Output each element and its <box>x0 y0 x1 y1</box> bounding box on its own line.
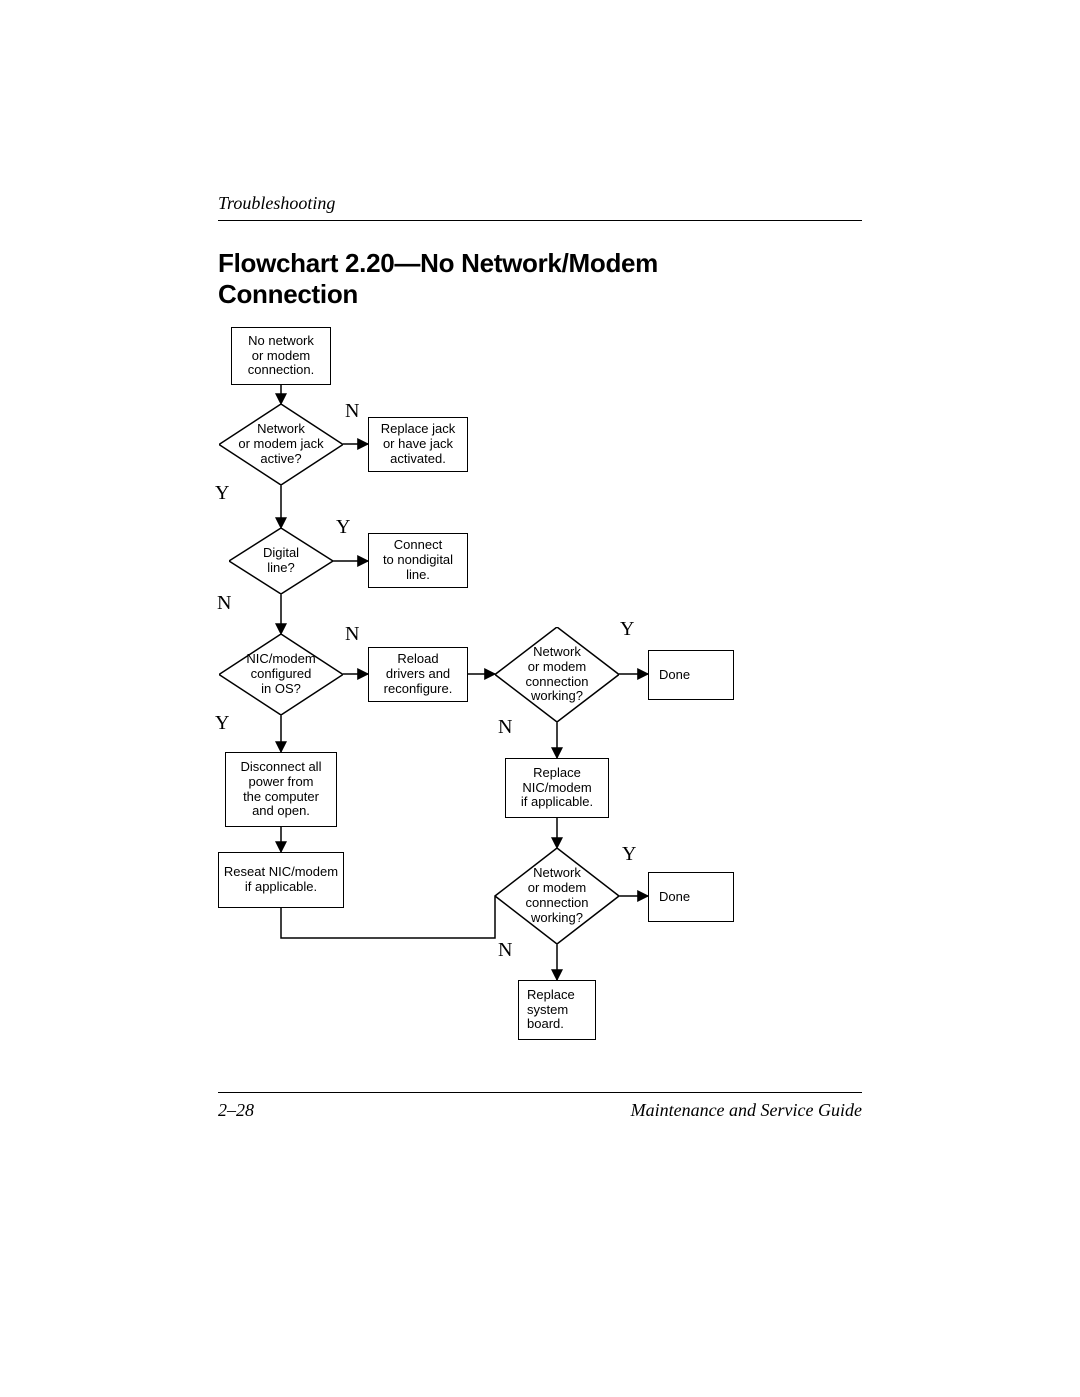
node-disconnect-power: Disconnect allpower fromthe computerand … <box>225 752 337 827</box>
node-replace-jack: Replace jackor have jackactivated. <box>368 417 468 472</box>
decision-connection-working-1: Networkor modemconnectionworking? <box>495 627 619 722</box>
decision-digital-line: Digitalline? <box>229 528 333 594</box>
decision-connection-working-1-text: Networkor modemconnectionworking? <box>495 627 619 722</box>
node-done-2: Done <box>648 872 734 922</box>
page: Troubleshooting Flowchart 2.20—No Networ… <box>0 0 1080 1397</box>
node-reload-drivers: Reloaddrivers andreconfigure. <box>368 647 468 702</box>
decision-connection-working-2: Networkor modemconnectionworking? <box>495 848 619 944</box>
node-replace-nic-text: ReplaceNIC/modemif applicable. <box>510 766 604 811</box>
node-done-1-text: Done <box>659 668 729 683</box>
edge-label-work1-n: N <box>498 716 512 739</box>
edge-label-digital-y: Y <box>336 516 350 539</box>
node-reseat-nic: Reseat NIC/modemif applicable. <box>218 852 344 908</box>
node-disconnect-power-text: Disconnect allpower fromthe computerand … <box>230 760 332 820</box>
decision-jack-active-text: Networkor modem jackactive? <box>219 404 343 485</box>
decision-connection-working-2-text: Networkor modemconnectionworking? <box>495 848 619 944</box>
node-connect-nondigital: Connectto nondigitalline. <box>368 533 468 588</box>
node-done-2-text: Done <box>659 890 729 905</box>
decision-os-configured-text: NIC/modemconfiguredin OS? <box>219 634 343 715</box>
decision-os-configured: NIC/modemconfiguredin OS? <box>219 634 343 715</box>
edge-label-work2-n: N <box>498 939 512 962</box>
edge-label-work2-y: Y <box>622 843 636 866</box>
node-start: No networkor modemconnection. <box>231 327 331 385</box>
edge-label-work1-y: Y <box>620 618 634 641</box>
node-reload-drivers-text: Reloaddrivers andreconfigure. <box>373 652 463 697</box>
node-replace-nic: ReplaceNIC/modemif applicable. <box>505 758 609 818</box>
node-start-text: No networkor modemconnection. <box>236 334 326 379</box>
node-connect-nondigital-text: Connectto nondigitalline. <box>373 538 463 583</box>
footer-rule <box>218 1092 862 1093</box>
node-reseat-nic-text: Reseat NIC/modemif applicable. <box>223 865 339 895</box>
decision-jack-active: Networkor modem jackactive? <box>219 404 343 485</box>
node-done-1: Done <box>648 650 734 700</box>
node-replace-system-board: Replacesystemboard. <box>518 980 596 1040</box>
edge-label-digital-n: N <box>217 592 231 615</box>
edge-label-os-y: Y <box>215 712 229 735</box>
decision-digital-line-text: Digitalline? <box>229 528 333 594</box>
footer-page-number: 2–28 <box>218 1100 254 1121</box>
edge-label-jack-y: Y <box>215 482 229 505</box>
edge-label-os-n: N <box>345 623 359 646</box>
node-replace-jack-text: Replace jackor have jackactivated. <box>373 422 463 467</box>
footer-book-title: Maintenance and Service Guide <box>631 1100 862 1121</box>
edge-label-jack-n: N <box>345 400 359 423</box>
node-replace-system-board-text: Replacesystemboard. <box>527 988 591 1033</box>
